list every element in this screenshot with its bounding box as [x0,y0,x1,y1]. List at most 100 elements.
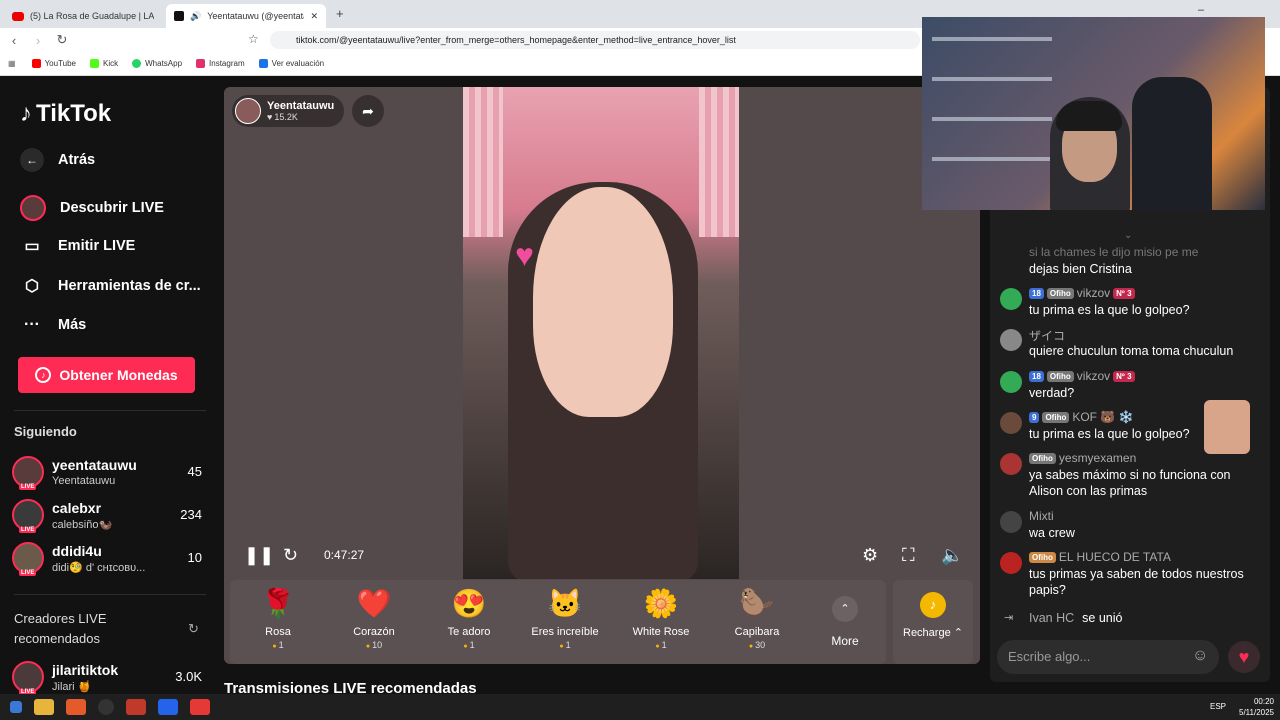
following-title: Siguiendo [14,424,77,439]
chat-user[interactable]: Mixti [1029,509,1054,523]
gift-corazon[interactable]: ❤️ Corazón 10 [329,586,419,650]
clock[interactable]: 00:20 5/11/2025 [1239,696,1274,718]
following-name: yeentatauwu [52,457,137,473]
gift-white-rose[interactable]: 🌼 White Rose 1 [616,586,706,650]
host-chip[interactable]: Yeentatauwu ♥ 15.2K [232,95,344,127]
following-name: calebxr [52,500,102,516]
start-icon[interactable] [10,701,22,713]
level-badge: 18 [1029,370,1044,382]
following-sub: Yeentatauwu [52,475,116,487]
shelf [932,37,1052,41]
obs-icon[interactable] [98,699,114,715]
bookmark-whatsapp[interactable]: WhatsApp [132,59,182,68]
gift-bar: 🌹 Rosa 1 ❤️ Corazón 10 😍 Te adoro 1 🐱 Er… [230,580,886,664]
recharge-button[interactable]: ♪ Recharge ⌃ [893,580,973,664]
app-icon[interactable] [190,699,210,715]
language-indicator[interactable]: ESP [1210,702,1226,711]
volume-icon[interactable]: 🔈 [941,545,963,566]
minimize-icon[interactable]: – [1198,4,1204,16]
divider [14,410,206,411]
gift-price: 1 [520,640,610,650]
close-tab-icon[interactable]: ✕ [310,11,318,22]
chat-input[interactable]: Escribe algo... [997,640,1219,674]
join-user[interactable]: Ivan HC [1029,611,1074,625]
bookmark-icon[interactable]: ☆ [248,32,259,46]
creator-item[interactable]: jilaritiktok Jilari 🍯 3.0K [12,661,202,697]
emoji-icon[interactable]: ☺ [1192,647,1208,665]
viewer-count: 45 [187,464,202,479]
file-explorer-icon[interactable] [34,699,54,715]
share-icon: ➦ [362,102,374,119]
fan-badge: Ofiho [1046,370,1074,382]
gift-rosa[interactable]: 🌹 Rosa 1 [233,586,323,650]
bookmark-evaluacion[interactable]: Ver evaluación [258,59,324,68]
nav-herramientas[interactable]: ⬡ Herramientas de cr... [20,274,201,298]
gift-te-adoro[interactable]: 😍 Te adoro 1 [424,586,514,650]
app-icon[interactable] [126,699,146,715]
chat-user[interactable]: EL HUECO DE TATA [1059,550,1171,564]
tab-tiktok[interactable]: 🔊 Yeentatauwu (@yeentatauwu ✕ [166,4,326,28]
following-item[interactable]: ddidi4u didi🧐 d' ᴄʜɪᴄᴏʙᴜ... 10 [12,542,202,578]
tab-title: (5) La Rosa de Guadalupe | LA SANGR [30,11,154,21]
chat-user[interactable]: vikzov [1077,286,1110,300]
more-gifts-button[interactable]: ⌃ More [830,596,860,656]
apps-icon[interactable]: ▦ [8,59,16,68]
chat-user[interactable]: vikzov [1077,369,1110,383]
gift-capibara[interactable]: 🦫 Capibara 30 [712,586,802,650]
gift-eres-increible[interactable]: 🐱 Eres increíble 1 [520,586,610,650]
following-item[interactable]: yeentatauwu Yeentatauwu 45 [12,456,202,492]
person-hair [1056,101,1122,131]
gift-name: Te adoro [447,626,491,638]
tab-title: Yeentatauwu (@yeentatauwu [207,11,304,21]
following-sub: didi🧐 d' ᴄʜɪᴄᴏʙᴜ... [52,562,146,574]
streamer-face [533,187,673,417]
heart-clip-icon: ♥ [515,237,534,273]
adore-icon: 😍 [451,588,487,619]
reload-icon[interactable]: ↻ [52,32,72,48]
bookmark-instagram[interactable]: Instagram [196,59,245,68]
back-link[interactable]: ← Atrás [20,148,95,172]
nav-mas[interactable]: ··· Más [20,313,86,337]
rose-icon: 🌹 [260,588,296,619]
avatar [1000,329,1022,351]
pause-icon[interactable]: ❚❚ [244,545,274,566]
chat-user[interactable]: yesmyexamen [1059,451,1136,465]
app-icon[interactable] [158,699,178,715]
whatsapp-icon [132,59,142,68]
url-field[interactable]: tiktok.com/@yeentatauwu/live?enter_from_… [270,31,920,49]
chevron-up-icon: ⌃ [953,627,963,639]
share-button[interactable]: ➦ [352,95,384,127]
youtube-icon [31,59,41,68]
fullscreen-icon[interactable]: ⛶ [902,545,915,566]
bookmark-youtube[interactable]: YouTube [31,59,76,68]
following-item[interactable]: calebxr calebsiño🦦 234 [12,499,202,535]
nav-emitir-live[interactable]: ▭ Emitir LIVE [20,234,135,258]
chat-text: quiere chuculun toma toma chuculun [1029,344,1234,358]
back-icon[interactable]: ‹ [4,33,24,48]
gift-price: 1 [424,640,514,650]
forward-icon[interactable]: › [28,33,48,48]
bookmark-kick[interactable]: Kick [90,59,118,68]
heart-icon: ♥ [1238,647,1250,667]
curtain-right [699,87,739,237]
refresh-icon[interactable]: ↻ [188,621,199,637]
refresh-icon[interactable]: ↻ [283,545,298,566]
live-video[interactable]: ♥ [463,87,739,579]
settings-icon[interactable]: ⚙ [862,545,878,566]
more-dots-icon: ··· [24,316,40,333]
chat-user[interactable]: KOF 🐻 ❄️ [1072,410,1133,424]
chat-partial-message: si la chames le dijo misio pe me [1029,245,1199,259]
gift-name: Eres increíble [531,626,599,638]
tiktok-logo[interactable]: ♪ TikTok [20,100,111,128]
new-tab-button[interactable]: + [336,6,344,21]
chat-user[interactable]: ザイコ [1029,327,1065,344]
tab-youtube[interactable]: (5) La Rosa de Guadalupe | LA SANGR [4,4,162,28]
tiktok-coin-icon: ♪ [920,592,946,618]
chevron-down-icon[interactable]: ⌄ [1124,230,1132,241]
nav-descubrir-live[interactable]: Descubrir LIVE [20,195,164,221]
get-coins-button[interactable]: ♪ Obtener Monedas [18,357,195,393]
like-button[interactable]: ♥ [1228,641,1260,673]
live-avatar-icon [20,195,46,221]
gift-name: Corazón [353,626,395,638]
brave-icon[interactable] [66,699,86,715]
